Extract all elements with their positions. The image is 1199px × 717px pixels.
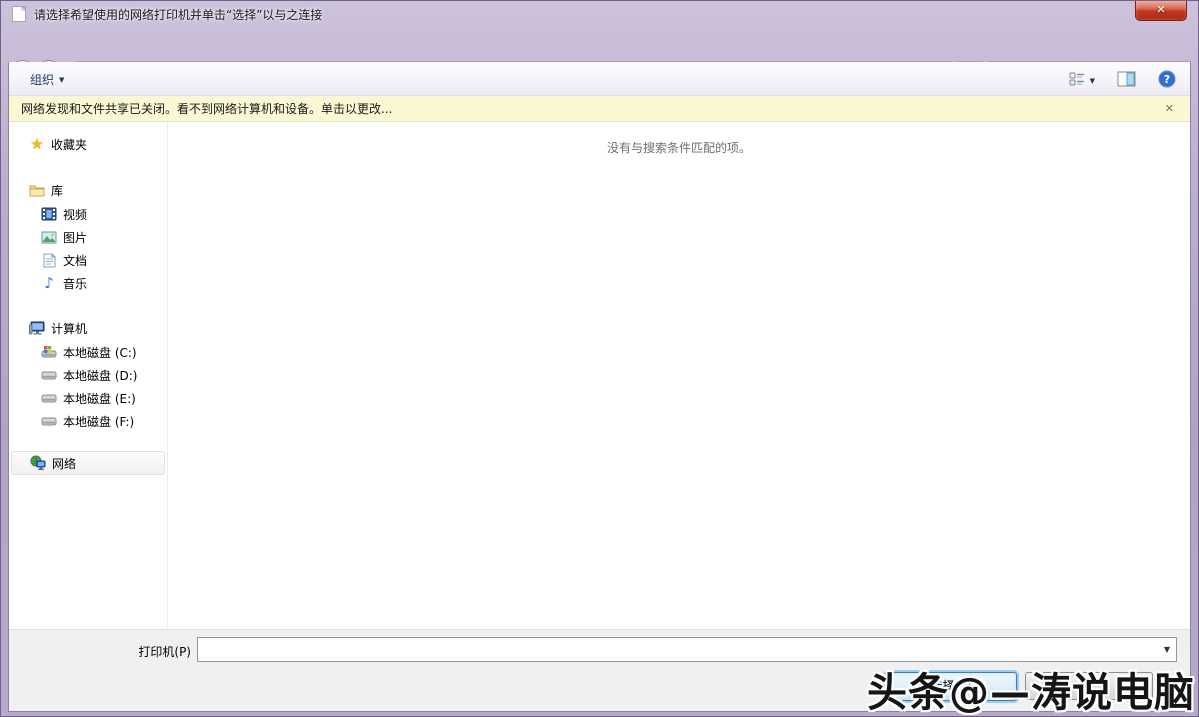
sidebar-item-label: 收藏夹 [51, 136, 87, 153]
drive-icon [41, 367, 57, 383]
infobar-message: 网络发现和文件共享已关闭。看不到网络计算机和设备。单击以更改... [21, 100, 392, 117]
star-icon: ★ [29, 136, 45, 152]
sidebar-item-libraries[interactable]: 库 [29, 180, 63, 200]
system-drive-icon [41, 344, 57, 360]
sidebar-item-label: 本地磁盘 (C:) [63, 344, 137, 361]
sidebar-item-label: 文档 [63, 252, 87, 269]
combobox-dropdown-icon[interactable]: ▼ [1158, 645, 1176, 654]
empty-results-message: 没有与搜索条件匹配的项。 [607, 139, 751, 156]
sidebar-item-label: 本地磁盘 (E:) [63, 390, 136, 407]
network-icon [30, 455, 46, 471]
computer-icon [29, 320, 45, 336]
sidebar-item-label: 计算机 [51, 320, 87, 337]
sidebar-item-label: 本地磁盘 (D:) [63, 367, 137, 384]
sidebar-item-local-disk-e[interactable]: 本地磁盘 (E:) [41, 388, 136, 408]
svg-text:?: ? [1164, 73, 1170, 86]
title-bar[interactable]: 请选择希望使用的网络打印机并单击“选择”以与之连接 [0, 0, 1199, 28]
close-icon: ✕ [1156, 3, 1165, 16]
chevron-down-icon: ▼ [59, 76, 64, 84]
sidebar-item-network[interactable]: 网络 [11, 451, 165, 475]
drive-icon [41, 390, 57, 406]
music-note-icon: ♪ [41, 275, 57, 291]
change-view-button[interactable]: ▼ [1065, 69, 1099, 92]
network-discovery-infobar[interactable]: 网络发现和文件共享已关闭。看不到网络计算机和设备。单击以更改... ✕ [9, 96, 1190, 122]
preview-pane-icon [1117, 71, 1136, 90]
help-button[interactable]: ? [1154, 67, 1180, 94]
command-toolbar: 组织 ▼ ▼ ? [9, 62, 1190, 96]
drive-icon [41, 413, 57, 429]
views-icon [1069, 72, 1085, 89]
sidebar-item-documents[interactable]: 文档 [41, 250, 87, 270]
window-title: 请选择希望使用的网络打印机并单击“选择”以与之连接 [34, 6, 322, 23]
client-area: 组织 ▼ ▼ ? [8, 62, 1191, 712]
documents-icon [41, 252, 57, 268]
close-button[interactable]: ✕ [1135, 0, 1187, 21]
sidebar-item-favorites[interactable]: ★ 收藏夹 [29, 134, 87, 154]
videos-icon [41, 206, 57, 222]
sidebar-item-label: 图片 [63, 229, 87, 246]
navigation-bar: ◄ ► ▼ ▶ 网络 ▼ ⟳ [0, 28, 1199, 62]
infobar-close-icon[interactable]: ✕ [1161, 102, 1178, 115]
document-icon [12, 6, 26, 22]
preview-pane-button[interactable] [1113, 68, 1140, 93]
sidebar-item-label: 本地磁盘 (F:) [63, 413, 134, 430]
sidebar-item-videos[interactable]: 视频 [41, 204, 87, 224]
sidebar-item-pictures[interactable]: 图片 [41, 227, 87, 247]
sidebar-item-local-disk-c[interactable]: 本地磁盘 (C:) [41, 342, 137, 362]
chevron-down-icon: ▼ [1090, 77, 1095, 85]
pictures-icon [41, 229, 57, 245]
libraries-folder-icon [29, 182, 45, 198]
sidebar-item-local-disk-f[interactable]: 本地磁盘 (F:) [41, 411, 134, 431]
toutiao-watermark: 头条@—涛说电脑 [867, 660, 1195, 717]
file-list-area[interactable]: 没有与搜索条件匹配的项。 [168, 122, 1190, 629]
sidebar-item-music[interactable]: ♪ 音乐 [41, 273, 87, 293]
sidebar-item-label: 视频 [63, 206, 87, 223]
organize-label: 组织 [30, 73, 54, 87]
organize-button[interactable]: 组织 ▼ [21, 68, 73, 91]
printer-combobox[interactable]: ▼ [197, 637, 1177, 662]
sidebar-item-local-disk-d[interactable]: 本地磁盘 (D:) [41, 365, 137, 385]
help-icon: ? [1158, 70, 1176, 91]
sidebar-item-label: 音乐 [63, 275, 87, 292]
navigation-pane: ★ 收藏夹 库 视频 [9, 122, 167, 629]
content-area: ★ 收藏夹 库 视频 [9, 122, 1190, 629]
sidebar-item-computer[interactable]: 计算机 [29, 318, 87, 338]
printer-label: 打印机(P) [105, 643, 191, 660]
sidebar-item-label: 库 [51, 182, 63, 199]
sidebar-item-label: 网络 [52, 455, 76, 472]
dialog-window: 请选择希望使用的网络打印机并单击“选择”以与之连接 ✕ ◄ ► ▼ ▶ 网络 ▼… [0, 0, 1199, 717]
